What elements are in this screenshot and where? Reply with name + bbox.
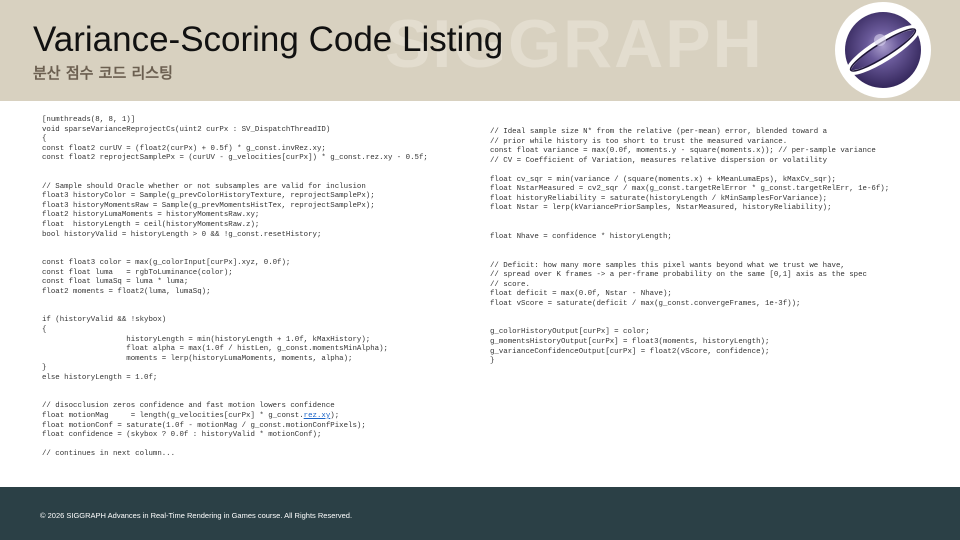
siggraph-logo-icon	[835, 2, 931, 98]
slide-header: SIGGRAPH Variance-Scoring Code Listing 분…	[0, 0, 960, 101]
copyright-text: © 2026 SIGGRAPH Advances in Real-Time Re…	[40, 511, 353, 520]
code-listing-left: [numthreads(8, 8, 1)] void sparseVarianc…	[42, 116, 428, 460]
page-title: Variance-Scoring Code Listing	[33, 20, 504, 59]
code-left-part1: [numthreads(8, 8, 1)] void sparseVarianc…	[42, 116, 428, 420]
logo-container	[833, 0, 960, 101]
code-listing-right: // Ideal sample size N* from the relativ…	[490, 128, 890, 366]
slide-footer: © 2026 SIGGRAPH Advances in Real-Time Re…	[0, 487, 960, 540]
page-subtitle: 분산 점수 코드 리스팅	[33, 64, 173, 82]
highlighted-code-token: rez.xy	[303, 411, 331, 420]
